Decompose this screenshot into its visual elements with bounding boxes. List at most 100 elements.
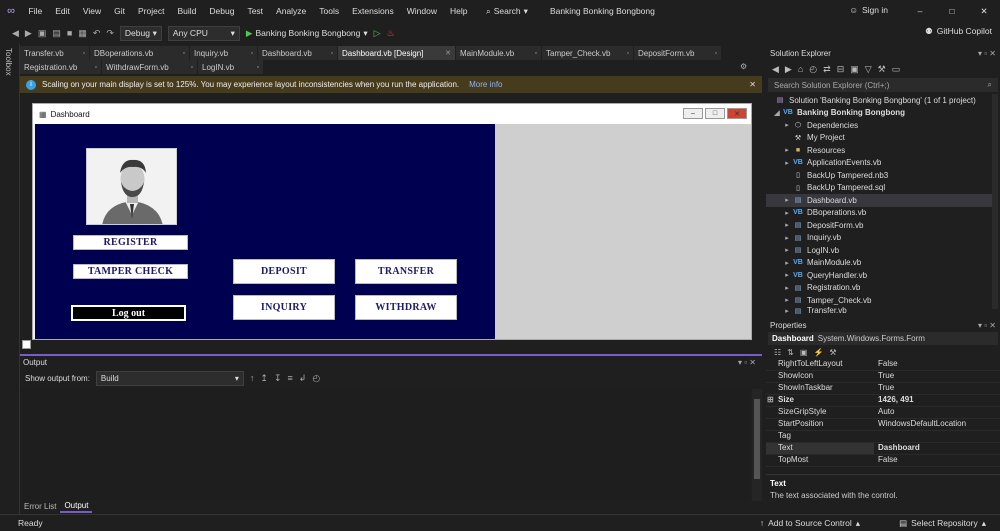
maximize-button[interactable]: □ [936,0,968,22]
expand-arrow-icon[interactable]: ▸ [782,221,792,229]
expand-arrow-icon[interactable]: ▸ [782,146,792,154]
toolbox-strip[interactable]: Toolbox [0,44,20,514]
redo-icon[interactable]: ↷ [106,28,114,39]
property-value[interactable]: True [874,371,894,382]
expand-arrow-icon[interactable]: ▸ [782,196,792,204]
property-value[interactable]: True [874,383,894,394]
pin-icon[interactable]: ▫ [251,50,253,57]
solution-explorer-scrollbar[interactable] [992,94,998,309]
expand-arrow-icon[interactable]: ◢ [772,109,782,117]
pin-icon[interactable]: ▫ [331,50,333,57]
new-item-icon[interactable]: ▣ [38,28,47,39]
clock-icon[interactable]: ◴ [312,373,320,384]
expand-arrow-icon[interactable]: ▸ [782,209,792,217]
property-row[interactable]: RightToLeftLayout False [766,359,1000,371]
property-pages-icon[interactable]: ⚒ [829,348,836,357]
pane-controls[interactable]: ▾ ▫ ✕ [738,358,756,367]
search-box[interactable]: ⌕ Search ▾ [480,6,534,17]
register-button[interactable]: REGISTER [73,235,188,250]
expand-arrow-icon[interactable]: ▸ [782,259,792,267]
deposit-button[interactable]: DEPOSIT [233,259,335,284]
menu-edit[interactable]: Edit [49,6,77,16]
categorized-icon[interactable]: ☷ [774,348,781,357]
property-row[interactable]: ShowIcon True [766,371,1000,383]
sign-in-button[interactable]: ☺ Sign in [849,5,888,15]
property-row[interactable]: ShowInTaskbar True [766,383,1000,395]
pin-icon[interactable]: ▫ [191,64,193,71]
output-scrollbar[interactable] [752,389,762,501]
properties-icon[interactable]: ▣ [800,348,808,357]
property-value[interactable]: False [874,455,898,466]
property-row[interactable]: ⊞ Size 1426, 491 [766,395,1000,407]
open-folder-icon[interactable]: ▤ [52,28,61,39]
forward-icon[interactable]: ▶ [25,28,32,39]
property-value[interactable]: 1426, 491 [874,395,914,406]
property-value[interactable]: False [874,359,898,370]
show-all-files-icon[interactable]: ▣ [850,64,859,75]
word-wrap-icon[interactable]: ↲ [299,373,307,384]
platform-select[interactable]: Any CPU ▾ [167,25,240,41]
property-value[interactable] [874,431,878,442]
collapse-icon[interactable]: ⊟ [837,64,845,75]
select-repository-button[interactable]: ▤ Select Repository ▴ [899,518,986,529]
property-value[interactable]: Dashboard [874,443,920,454]
tab-output[interactable]: Output [60,499,93,513]
tree-item-solution[interactable]: ▤ Solution 'Banking Bonking Bongbong' (1 … [766,94,992,107]
tab-inquiry[interactable]: Inquiry.vb ▫ [190,46,258,60]
tree-item-resources[interactable]: ▸ ■ Resources [766,144,992,157]
tab-dboperations[interactable]: DBoperations.vb ▫ [90,46,190,60]
menu-help[interactable]: Help [443,6,473,16]
pin-icon[interactable]: ▫ [83,50,85,57]
output-text-area[interactable] [20,389,750,501]
close-icon[interactable]: ✕ [749,80,756,89]
tab-dashboard[interactable]: Dashboard.vb ▫ [258,46,338,60]
expand-plus-icon[interactable]: ⊞ [767,395,774,404]
tab-transfer[interactable]: Transfer.vb ▫ [20,46,90,60]
expand-arrow-icon[interactable]: ▸ [782,234,792,242]
back-icon[interactable]: ◀ [12,28,19,39]
menu-test[interactable]: Test [241,6,270,16]
forward-icon[interactable]: ▶ [785,64,792,75]
logout-button[interactable]: Log out [71,305,186,321]
form-body[interactable]: REGISTER TAMPER CHECK DEPOSIT TRANSFER I… [35,124,751,339]
close-tab-icon[interactable]: ✕ [445,49,451,57]
alphabetical-icon[interactable]: ⇅ [787,348,794,357]
close-button[interactable]: ✕ [968,0,1000,22]
tab-dashboard-design[interactable]: Dashboard.vb [Design] ✕ [338,46,456,60]
pin-icon[interactable]: ▫ [183,50,185,57]
menu-project[interactable]: Project [132,6,171,16]
tree-item-mainmodule[interactable]: ▸ VB MainModule.vb [766,257,992,270]
solution-search-input[interactable]: Search Solution Explorer (Ctrl+;) ⌕ [768,78,998,92]
tamper-check-button[interactable]: TAMPER CHECK [73,264,188,279]
expand-arrow-icon[interactable]: ▸ [782,307,792,315]
preview-icon[interactable]: ▭ [892,64,901,75]
events-lightning-icon[interactable]: ⚡ [813,348,823,357]
tree-item-project[interactable]: ◢ VB Banking Bonking Bongbong [766,107,992,120]
previous-message-icon[interactable]: ↥ [260,373,268,384]
property-object-select[interactable]: Dashboard System.Windows.Forms.Form [768,332,998,345]
pin-icon[interactable]: ▫ [257,64,259,71]
transfer-button[interactable]: TRANSFER [355,259,457,284]
property-row[interactable]: Text Dashboard [766,443,1000,455]
pane-controls[interactable]: ▾ ▫ ✕ [978,49,996,58]
tree-item-inquiry[interactable]: ▸ ▤ Inquiry.vb [766,232,992,245]
properties-wrench-icon[interactable]: ⚒ [878,64,886,75]
user-avatar-picture[interactable] [86,148,177,225]
menu-tools[interactable]: Tools [313,6,346,16]
minimize-button[interactable]: – [904,0,936,22]
clear-all-icon[interactable]: ≡ [288,373,293,383]
tree-item-dashboard[interactable]: ▸ ▤ Dashboard.vb [766,194,992,207]
property-row[interactable]: StartPosition WindowsDefaultLocation [766,419,1000,431]
github-copilot-button[interactable]: ⚉ GitHub Copilot [925,26,992,37]
home-icon[interactable]: ⌂ [798,64,803,74]
find-message-icon[interactable]: ↑ [250,373,255,383]
tree-item-transfer[interactable]: ▸ ▤ Transfer.vb [766,307,992,315]
menu-git[interactable]: Git [108,6,132,16]
pane-controls[interactable]: ▾ ▫ ✕ [978,321,996,330]
tree-item-registration[interactable]: ▸ ▤ Registration.vb [766,282,992,295]
scrollbar-thumb[interactable] [754,399,760,479]
menu-extensions[interactable]: Extensions [346,6,401,16]
undo-icon[interactable]: ↶ [93,28,101,39]
configuration-select[interactable]: Debug ▾ [119,25,162,41]
gear-icon[interactable]: ⚙ [740,62,747,71]
